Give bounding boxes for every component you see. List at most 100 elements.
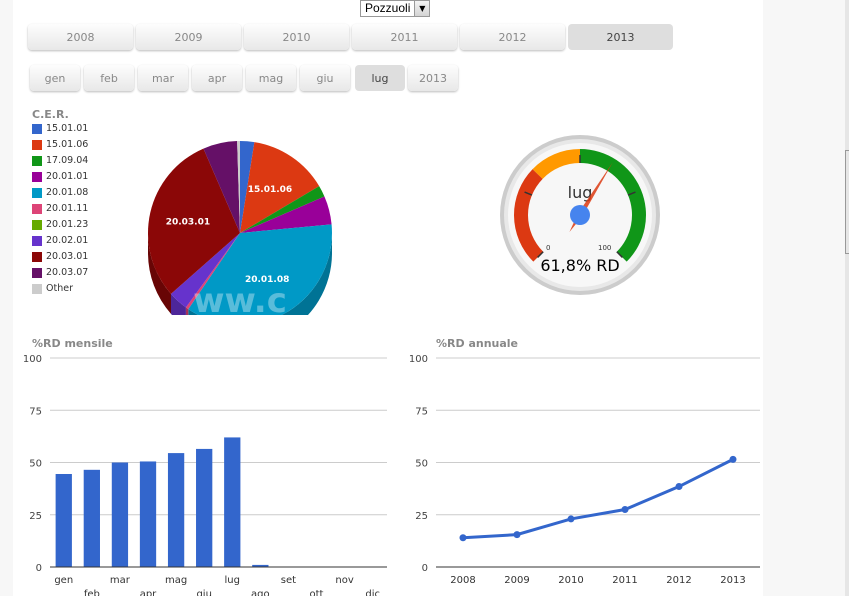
- legend-label: 20.01.23: [46, 219, 89, 230]
- month-tab-giu[interactable]: giu: [300, 65, 350, 91]
- chevron-down-icon[interactable]: ▼: [414, 1, 430, 16]
- legend-label: 20.03.07: [46, 267, 89, 278]
- x-tick-label: 2012: [666, 575, 691, 586]
- x-tick-label: apr: [140, 589, 157, 596]
- year-tab-2012[interactable]: 2012: [460, 24, 565, 50]
- month-tab-mag[interactable]: mag: [246, 65, 296, 91]
- year-tab-2010[interactable]: 2010: [244, 24, 349, 50]
- legend-label: 20.01.08: [46, 187, 89, 198]
- line-series: [462, 458, 734, 540]
- city-select[interactable]: Pozzuoli ▼: [360, 0, 431, 17]
- month-tab-gen[interactable]: gen: [30, 65, 80, 91]
- legend-item: 20.01.23: [32, 219, 88, 230]
- watermark: ww.c: [193, 281, 287, 315]
- x-tick-label: lug: [225, 575, 240, 586]
- x-tick-label: gen: [54, 575, 73, 586]
- year-tab-2013[interactable]: 2013: [568, 24, 673, 50]
- y-tick-label: 50: [415, 459, 428, 470]
- bar-mar: [111, 462, 129, 567]
- bar-mag: [167, 453, 185, 567]
- month-tab-lug[interactable]: lug: [355, 65, 405, 91]
- y-tick-label: 0: [422, 563, 428, 574]
- legend-label: 20.01.11: [46, 203, 89, 214]
- bar-feb: [83, 469, 100, 567]
- y-tick-label: 75: [29, 406, 42, 417]
- x-tick-label: ott: [310, 589, 324, 596]
- gauge-min-label: 0: [546, 244, 550, 252]
- x-tick-label: 2008: [450, 575, 475, 586]
- legend-swatch: [32, 139, 42, 150]
- bar-lug: [224, 437, 241, 567]
- month-tab-mar[interactable]: mar: [138, 65, 188, 91]
- scrollbar[interactable]: [845, 150, 849, 254]
- month-tab-2013[interactable]: 2013: [408, 65, 458, 91]
- legend-item: Other: [32, 283, 73, 294]
- y-tick-label: 50: [29, 459, 42, 470]
- x-tick-label: mag: [165, 575, 187, 586]
- legend-item: 17.09.04: [32, 155, 88, 166]
- x-tick-label: 2011: [612, 575, 637, 586]
- legend-label: 20.03.01: [46, 251, 89, 262]
- legend-item: 20.01.08: [32, 187, 88, 198]
- legend-item: 15.01.06: [32, 139, 88, 150]
- x-tick-label: mar: [110, 575, 131, 586]
- legend-swatch: [32, 283, 42, 294]
- legend-label: 15.01.01: [46, 123, 89, 134]
- legend-swatch: [32, 251, 42, 262]
- legend-item: 20.03.01: [32, 251, 88, 262]
- legend-label: 17.09.04: [46, 155, 89, 166]
- legend-item: 15.01.01: [32, 123, 88, 134]
- pie-slice-label: 20.03.01: [166, 217, 210, 227]
- year-tab-2011[interactable]: 2011: [352, 24, 457, 50]
- y-tick-label: 75: [415, 406, 428, 417]
- legend-swatch: [32, 171, 42, 182]
- legend-swatch: [32, 219, 42, 230]
- legend-swatch: [32, 123, 42, 134]
- point-2010: [567, 515, 575, 523]
- pie-slice-label: 15.01.06: [248, 185, 292, 195]
- point-2013: [729, 455, 737, 463]
- bar-gen: [55, 473, 72, 567]
- y-tick-label: 100: [409, 354, 428, 365]
- x-tick-label: 2010: [558, 575, 583, 586]
- x-tick-label: feb: [84, 589, 100, 596]
- point-2012: [675, 483, 683, 491]
- legend-item: 20.01.01: [32, 171, 88, 182]
- legend-label: 20.02.01: [46, 235, 89, 246]
- gauge-hub: [570, 205, 590, 225]
- x-tick-label: nov: [335, 575, 353, 586]
- legend-swatch: [32, 235, 42, 246]
- legend-label: Other: [46, 283, 73, 294]
- month-tab-apr[interactable]: apr: [192, 65, 242, 91]
- legend-label: 15.01.06: [46, 139, 89, 150]
- point-2011: [621, 506, 629, 514]
- year-tab-2008[interactable]: 2008: [28, 24, 133, 50]
- year-tab-2009[interactable]: 2009: [136, 24, 241, 50]
- x-tick-label: dic: [365, 589, 380, 596]
- window-edge: [845, 0, 849, 596]
- y-tick-label: 0: [36, 563, 42, 574]
- x-tick-label: giu: [196, 589, 211, 596]
- legend-item: 20.03.07: [32, 267, 88, 278]
- x-tick-label: set: [281, 575, 296, 586]
- y-tick-label: 100: [23, 354, 42, 365]
- gauge-max-label: 100: [598, 244, 611, 252]
- gauge-readout: 61,8% RD: [540, 256, 619, 275]
- legend-label: 20.01.01: [46, 171, 89, 182]
- point-2008: [459, 534, 467, 542]
- point-2009: [513, 531, 521, 539]
- bar-chart: 0 25 50 75 100 gen feb mar apr mag giu lug ago set ott…: [23, 354, 387, 596]
- legend-swatch: [32, 187, 42, 198]
- y-tick-label: 25: [415, 511, 428, 522]
- month-tab-feb[interactable]: feb: [84, 65, 134, 91]
- x-tick-label: ago: [251, 589, 270, 596]
- legend-item: 20.01.11: [32, 203, 88, 214]
- pie-chart: 15.01.0620.01.0820.03.01ww.c: [148, 141, 332, 315]
- pie-legend-title: C.E.R.: [32, 108, 69, 121]
- legend-swatch: [32, 267, 42, 278]
- legend-item: 20.02.01: [32, 235, 88, 246]
- x-tick-label: 2013: [720, 575, 745, 586]
- gauge-chart: lug0 10061,8% RD: [500, 135, 660, 295]
- city-select-value: Pozzuoli: [365, 1, 411, 15]
- bar-apr: [139, 461, 157, 567]
